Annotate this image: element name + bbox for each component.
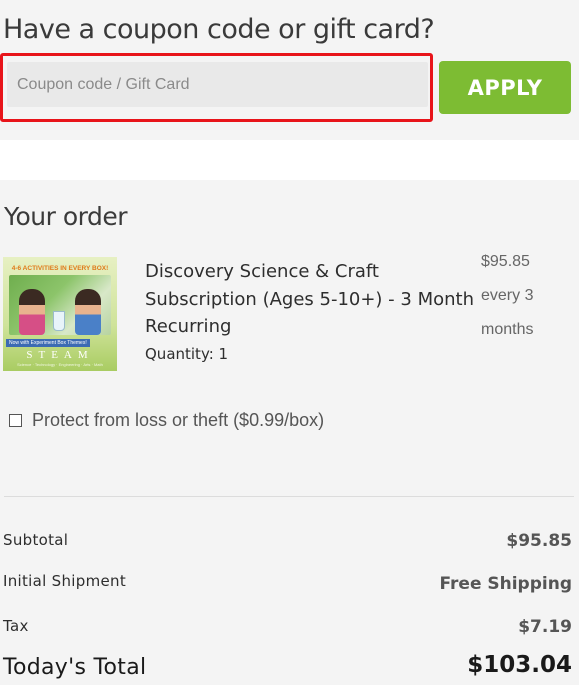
total-value: $103.04: [467, 652, 572, 678]
child-figure: [75, 289, 101, 335]
product-price-period: every 3 months: [481, 287, 534, 338]
coupon-input-highlight: [0, 53, 433, 122]
coupon-section: Have a coupon code or gift card? APPLY: [0, 0, 579, 140]
total-label: Today's Total: [3, 655, 147, 680]
subtotal-label: Subtotal: [3, 531, 69, 549]
coupon-code-input[interactable]: [7, 62, 428, 107]
tax-label: Tax: [3, 617, 29, 635]
product-quantity: Quantity: 1: [145, 345, 229, 363]
child-figure: [19, 289, 45, 335]
order-section: Your order 4-6 ACTIVITIES IN EVERY BOX! …: [0, 180, 579, 685]
shipping-label: Initial Shipment: [3, 572, 127, 590]
tax-value: $7.19: [518, 617, 572, 637]
order-title: Your order: [4, 202, 127, 231]
product-image-steam: STEAM: [26, 349, 94, 361]
shipping-value: Free Shipping: [439, 574, 573, 594]
coupon-title: Have a coupon code or gift card?: [3, 14, 435, 45]
product-image-banner: 4-6 ACTIVITIES IN EVERY BOX!: [11, 265, 109, 272]
product-name: Discovery Science & Craft Subscription (…: [145, 261, 474, 337]
beaker-icon: [53, 311, 65, 331]
protect-label: Protect from loss or theft ($0.99/box): [32, 410, 325, 430]
product-image-subbanner: Now with Experiment Box Themes!: [6, 339, 90, 347]
subtotal-value: $95.85: [506, 531, 572, 551]
product-image-photo: [9, 275, 111, 335]
divider: [4, 496, 574, 497]
product-price-amount: $95.85: [481, 253, 530, 270]
product-image: 4-6 ACTIVITIES IN EVERY BOX! Now with Ex…: [3, 257, 117, 371]
protect-option[interactable]: Protect from loss or theft ($0.99/box): [9, 410, 324, 431]
apply-button[interactable]: APPLY: [439, 61, 571, 114]
product-price: $95.85 every 3 months: [481, 245, 561, 347]
protect-checkbox[interactable]: [9, 414, 22, 427]
product-image-steam-subtitle: Science · Technology · Engineering · Art…: [17, 362, 103, 367]
